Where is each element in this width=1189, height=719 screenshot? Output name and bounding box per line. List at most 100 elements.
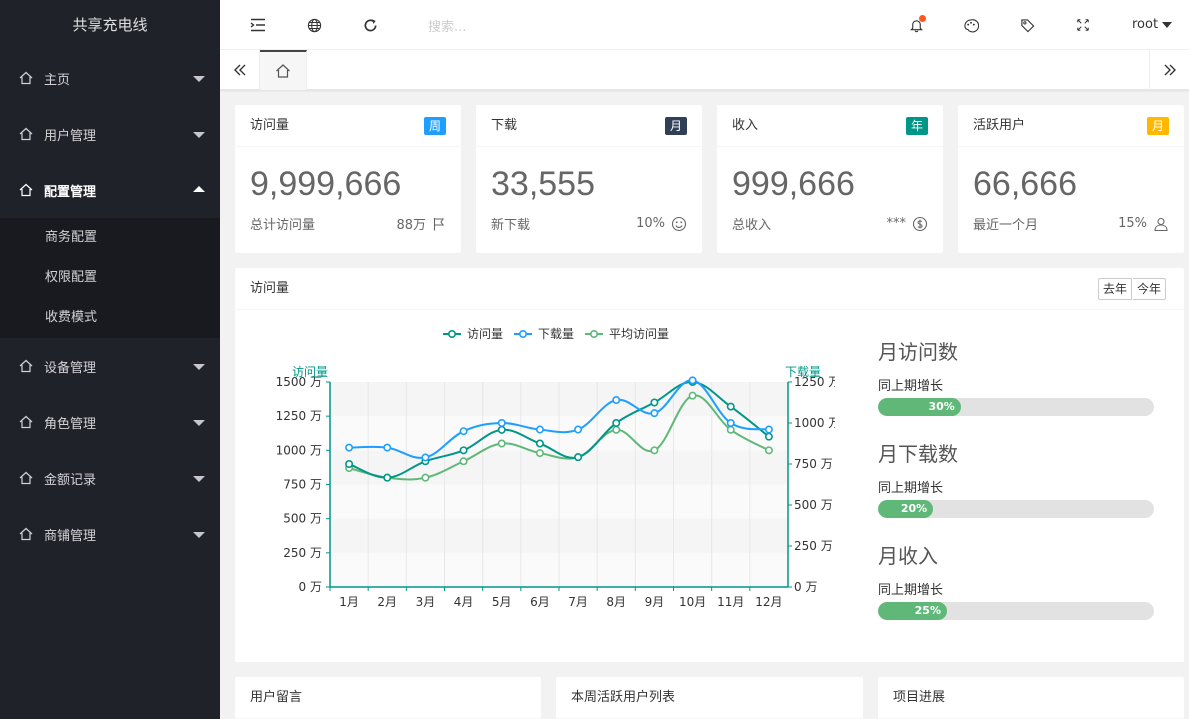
- card-title: 项目进展: [893, 690, 946, 705]
- stat-value: 999,666: [732, 165, 855, 203]
- stat-title: 收入: [732, 118, 759, 133]
- sidebar-subitem-charge-mode[interactable]: 收费模式: [0, 298, 220, 338]
- this-year-button[interactable]: 今年: [1133, 278, 1167, 300]
- chevron-down-icon: [193, 132, 205, 138]
- x-axis-tick-label: 10月: [679, 595, 706, 609]
- series-point: [345, 460, 354, 469]
- series-point: [497, 419, 506, 428]
- last-year-button[interactable]: 去年: [1098, 278, 1133, 300]
- right-axis-tick-label: 1000 万: [794, 416, 835, 430]
- x-axis-tick-label: 3月: [416, 595, 436, 609]
- x-axis-tick-label: 6月: [530, 595, 550, 609]
- stat-extra: ***: [886, 216, 907, 231]
- home-icon: [18, 126, 34, 142]
- chevron-up-icon: [193, 186, 205, 192]
- stat-card-visits: 访问量 周 9,999,666 总计访问量 88万: [235, 105, 461, 253]
- chevron-down-icon: [193, 476, 205, 482]
- home-icon: [18, 470, 34, 486]
- chevron-down-icon: [193, 364, 205, 370]
- sidebar: 共享充电线 主页 用户管理 配置管理 商务配置 权限配置 收费模式 设备管理 角…: [0, 0, 220, 719]
- sidebar-subitem-permission-config[interactable]: 权限配置: [0, 258, 220, 298]
- tab-scroll-left-button[interactable]: [220, 50, 260, 90]
- left-axis-tick-label: 250 万: [283, 546, 322, 560]
- series-point: [497, 439, 506, 448]
- series-point: [459, 446, 468, 455]
- globe-icon[interactable]: [306, 17, 322, 33]
- series-point: [726, 419, 735, 428]
- double-chevron-left-icon: [233, 64, 245, 76]
- sidebar-item-roles[interactable]: 角色管理: [0, 394, 220, 450]
- home-icon: [18, 182, 34, 198]
- right-axis-name: 下载量: [785, 365, 821, 379]
- x-axis-tick-label: 8月: [606, 595, 626, 609]
- sidebar-item-label: 金额记录: [44, 472, 97, 488]
- sidebar-item-label: 主页: [44, 72, 71, 88]
- progress-bar: 30%: [878, 398, 1154, 416]
- stat-label: 总计访问量: [250, 218, 316, 233]
- stat-value: 9,999,666: [250, 165, 402, 203]
- sidebar-item-home[interactable]: 主页: [0, 50, 220, 106]
- home-icon: [18, 414, 34, 430]
- sidebar-item-shops[interactable]: 商铺管理: [0, 506, 220, 562]
- series-point: [535, 439, 544, 448]
- smile-icon: [671, 216, 687, 231]
- tab-scroll-right-button[interactable]: [1149, 50, 1189, 90]
- active-users-list-card: 本周活跃用户列表: [556, 677, 863, 719]
- stat-label: 最近一个月: [973, 218, 1039, 233]
- legend-label: 访问量: [467, 327, 503, 341]
- stat-extra: 88万: [396, 218, 426, 233]
- x-axis-tick-label: 5月: [492, 595, 512, 609]
- series-point: [459, 457, 468, 466]
- series-point: [612, 419, 621, 428]
- search-input[interactable]: 搜索...: [428, 16, 466, 35]
- tab-home[interactable]: [260, 50, 307, 90]
- legend-label: 平均访问量: [609, 327, 669, 341]
- series-point: [764, 432, 773, 441]
- fullscreen-icon[interactable]: [1075, 17, 1091, 33]
- x-axis-tick-label: 11月: [717, 595, 744, 609]
- refresh-icon[interactable]: [362, 17, 378, 33]
- stat-value: 33,555: [491, 165, 595, 203]
- visits-chart-card: 访问量 去年 今年 0 万 250 万 500 万 750 万 1000 万 1250 万…: [235, 268, 1184, 662]
- username: root: [1132, 17, 1159, 32]
- home-icon: [18, 526, 34, 542]
- sidebar-subitem-business-config[interactable]: 商务配置: [0, 218, 220, 258]
- flag-icon: [433, 217, 445, 230]
- x-axis-tick-label: 12月: [755, 595, 782, 609]
- series-point: [535, 425, 544, 434]
- legend-swatch-point: [589, 329, 598, 338]
- sidebar-item-config[interactable]: 配置管理: [0, 162, 220, 218]
- series-point: [421, 473, 430, 482]
- theme-palette-icon[interactable]: [963, 17, 979, 33]
- progress-title: 月下载数: [878, 442, 958, 466]
- caret-down-icon: [1162, 21, 1173, 28]
- legend-swatch-point: [518, 329, 527, 338]
- sidebar-item-devices[interactable]: 设备管理: [0, 338, 220, 394]
- menu-collapse-icon[interactable]: [250, 17, 266, 33]
- x-axis-tick-label: 2月: [377, 595, 397, 609]
- stat-card-downloads: 下载 月 33,555 新下载 10%: [476, 105, 702, 253]
- progress-fill: 20%: [878, 500, 934, 518]
- stat-title: 活跃用户: [973, 118, 1026, 133]
- sidebar-item-money-records[interactable]: 金额记录: [0, 450, 220, 506]
- home-icon: [18, 358, 34, 374]
- sidebar-item-users[interactable]: 用户管理: [0, 106, 220, 162]
- x-axis-tick-label: 7月: [568, 595, 588, 609]
- sidebar-item-label: 设备管理: [44, 360, 97, 376]
- chevron-down-icon: [193, 420, 205, 426]
- stat-badge: 年: [905, 117, 928, 135]
- double-chevron-right-icon: [1164, 64, 1176, 76]
- left-axis-tick-label: 1000 万: [276, 443, 322, 457]
- series-point: [688, 391, 697, 400]
- x-axis-tick-label: 9月: [645, 595, 665, 609]
- bell-icon[interactable]: [908, 15, 926, 33]
- series-point: [688, 376, 697, 385]
- x-axis-tick-label: 1月: [339, 595, 359, 609]
- sidebar-item-label: 角色管理: [44, 416, 97, 432]
- tag-icon[interactable]: [1019, 17, 1035, 33]
- chevron-down-icon: [193, 76, 205, 82]
- series-point: [650, 446, 659, 455]
- stat-label: 总收入: [732, 218, 772, 233]
- user-menu[interactable]: root: [1132, 17, 1173, 32]
- left-axis-tick-label: 500 万: [283, 512, 322, 526]
